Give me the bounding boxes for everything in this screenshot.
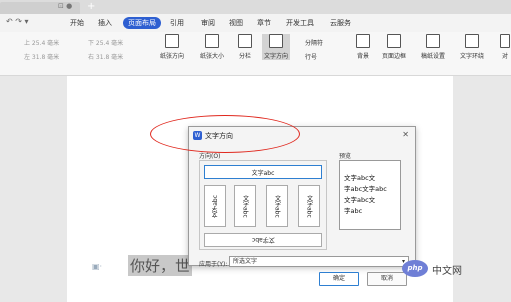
ok-button[interactable]: 确定 [319,272,359,286]
apply-to-label: 应用于(Y): [199,261,228,268]
watermark: php 中文网 [400,258,511,284]
menu-chapter[interactable]: 章节 [257,18,271,28]
margin-right-field[interactable]: 右 31.8 毫米 [88,52,123,61]
text-wrap-icon [465,34,479,48]
margin-bottom-field[interactable]: 下 25.4 毫米 [88,38,123,47]
menu-cloud[interactable]: 云服务 [330,18,351,28]
title-bar: ⊡ ● + [0,0,511,14]
menu-start[interactable]: 开始 [70,18,84,28]
direction-rotated[interactable]: 文字abc [204,233,322,247]
text-direction-icon [269,34,283,48]
menu-developer[interactable]: 开发工具 [286,18,314,28]
orientation-icon [165,34,179,48]
background-icon [356,34,370,48]
line-number-button[interactable]: 行号 [305,52,317,61]
breaks-button[interactable]: 分隔符 [305,38,323,47]
background-button[interactable]: 背景 [356,34,370,60]
direction-vertical-4[interactable]: 文字abc [298,185,320,227]
preview-box: 文字abc文 字abc文字abc 文字abc文 字abc [339,160,401,230]
php-logo: php [402,260,428,277]
apply-to-select[interactable]: 所选文字 ▾ [229,256,409,267]
columns-button[interactable]: 分栏 [238,34,252,60]
direction-horizontal[interactable]: 文字abc [204,165,322,179]
ribbon: 上 25.4 毫米 下 25.4 毫米 左 31.8 毫米 右 31.8 毫米 … [0,32,511,76]
direction-options: 文字abc 文字abc 文字abc 文字abc 文字abc 文字abc [199,160,327,250]
paragraph-icon: ▣· [92,262,103,271]
watermark-text: 中文网 [432,266,462,277]
document-text[interactable]: 你好，世 [128,255,193,276]
new-tab-icon[interactable]: + [87,1,95,12]
page-border-button[interactable]: 页面边框 [382,34,406,60]
text-wrap-button[interactable]: 文字环绕 [460,34,484,60]
direction-vertical-1[interactable]: 文字abc [204,185,226,227]
manuscript-icon [426,34,440,48]
menu-page-layout[interactable]: 页面布局 [123,17,161,29]
annotation-ellipse [150,115,300,153]
margin-left-field[interactable]: 左 31.8 毫米 [24,52,59,61]
menu-bar: ↶ ↷ ▾ 开始 插入 页面布局 引用 审阅 视图 章节 开发工具 云服务 [0,14,511,32]
paper-size-button[interactable]: 纸张大小 [200,34,224,60]
margin-top-field[interactable]: 上 25.4 毫米 [24,38,59,47]
columns-icon [238,34,252,48]
page-border-icon [387,34,401,48]
tab-icons: ⊡ ● [58,2,73,10]
direction-vertical-3[interactable]: 文字abc [266,185,288,227]
quick-access-icons[interactable]: ↶ ↷ ▾ [6,17,29,26]
manuscript-button[interactable]: 稿纸设置 [421,34,445,60]
text-direction-button[interactable]: 文字方向 [262,34,291,60]
menu-view[interactable]: 视图 [229,18,243,28]
menu-review[interactable]: 审阅 [201,18,215,28]
orientation-button[interactable]: 纸张方向 [160,34,184,60]
direction-vertical-2[interactable]: 文字abc [234,185,256,227]
preview-label: 预览 [339,153,352,160]
menu-insert[interactable]: 插入 [98,18,112,28]
menu-references[interactable]: 引用 [170,18,184,28]
paper-size-icon [205,34,219,48]
align-button[interactable]: 对 [500,34,510,60]
align-icon [500,34,510,48]
close-icon[interactable]: ✕ [402,130,409,139]
